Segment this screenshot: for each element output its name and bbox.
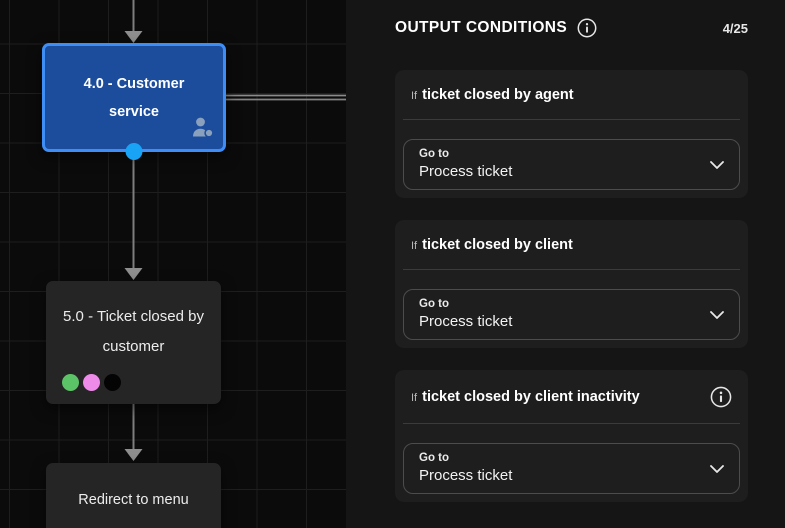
divider [403,423,740,424]
node-label: 5.0 - Ticket closed by customer [59,281,209,362]
node-redirect-to-menu[interactable]: Redirect to menu [46,463,221,528]
node-label: 4.0 - Customer service [69,70,199,126]
condition-text: ticket closed by client [422,237,573,253]
panel-title: OUTPUT CONDITIONS [395,19,567,37]
divider [403,269,740,270]
flow-canvas[interactable]: 4.0 - Customer service 5.0 - Ticket clos… [0,0,346,528]
arrowhead-icon [125,449,143,461]
condition-text: ticket closed by client inactivity [422,389,640,405]
users-icon [191,116,215,143]
condition-card-2: If ticket closed by client Go to Process… [395,220,748,348]
node-label: Redirect to menu [46,463,221,508]
select-label: Go to [419,452,699,464]
condition-title-row: If ticket closed by agent [411,86,732,104]
conditions-counter: 4/25 [723,21,748,36]
tag-dot-pink [83,374,100,391]
condition-title-row: If ticket closed by client inactivity [411,386,732,408]
divider [403,119,740,120]
if-label: If [411,238,417,252]
select-label: Go to [419,148,699,160]
tag-dot-black [104,374,121,391]
edge-customer-to-ticket[interactable] [125,153,143,280]
node-tag-dots [62,374,121,391]
condition-title-row: If ticket closed by client [411,236,732,254]
condition-cards: If ticket closed by agent Go to Process … [395,70,748,524]
node-customer-service[interactable]: 4.0 - Customer service [42,43,226,152]
edge-ticket-to-redirect[interactable] [125,404,143,461]
tag-dot-green [62,374,79,391]
goto-select[interactable]: Go to Process ticket [403,139,740,190]
node-ticket-closed-by-customer[interactable]: 5.0 - Ticket closed by customer [46,281,221,404]
chevron-down-icon [710,465,724,473]
arrowhead-icon [125,268,143,280]
chevron-down-icon [710,161,724,169]
edge-incoming-top[interactable] [125,0,143,43]
select-value: Process ticket [419,467,699,484]
chevron-down-icon [710,311,724,319]
if-label: If [411,88,417,102]
output-conditions-panel: OUTPUT CONDITIONS 4/25 If ticket closed … [346,0,785,528]
goto-select[interactable]: Go to Process ticket [403,289,740,340]
arrowhead-icon [125,31,143,43]
select-value: Process ticket [419,313,699,330]
if-label: If [411,390,417,404]
edge-customer-right[interactable] [226,96,346,100]
goto-select[interactable]: Go to Process ticket [403,443,740,494]
panel-header: OUTPUT CONDITIONS 4/25 [346,0,785,38]
select-value: Process ticket [419,163,699,180]
condition-card-1: If ticket closed by agent Go to Process … [395,70,748,198]
info-icon[interactable] [577,18,597,38]
info-icon[interactable] [710,386,732,408]
condition-text: ticket closed by agent [422,87,574,103]
condition-card-3: If ticket closed by client inactivity Go… [395,370,748,502]
select-label: Go to [419,298,699,310]
connection-handle[interactable] [126,143,143,160]
